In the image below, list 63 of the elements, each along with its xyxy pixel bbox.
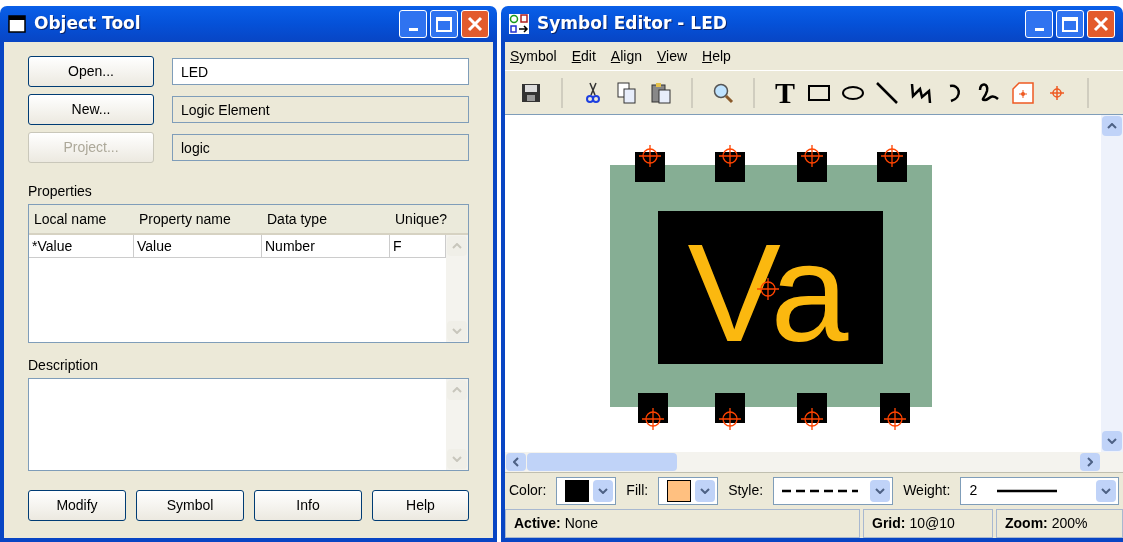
status-label: Active: bbox=[514, 514, 561, 533]
paste-icon[interactable] bbox=[649, 80, 673, 105]
window-title: Object Tool bbox=[34, 12, 141, 36]
close-icon bbox=[467, 16, 483, 32]
minimize-button[interactable] bbox=[1025, 10, 1053, 38]
text-field[interactable]: LED bbox=[172, 58, 469, 85]
maximize-button[interactable] bbox=[430, 10, 458, 38]
horizontal-scrollbar[interactable] bbox=[505, 452, 1123, 472]
close-icon bbox=[1093, 16, 1109, 32]
maximize-button[interactable] bbox=[1056, 10, 1084, 38]
status-value: 10@10 bbox=[909, 514, 955, 533]
pin-tool-icon[interactable] bbox=[1011, 80, 1035, 105]
close-button[interactable] bbox=[1087, 10, 1115, 38]
menu-item[interactable]: View bbox=[657, 45, 688, 67]
column-header[interactable]: Data type bbox=[262, 205, 390, 233]
window-icon bbox=[509, 14, 529, 34]
line-style-dropdown[interactable] bbox=[773, 476, 894, 505]
close-button[interactable] bbox=[461, 10, 489, 38]
field-label: Color: bbox=[509, 481, 547, 500]
dashed-line-icon bbox=[782, 488, 859, 493]
drawing-canvas[interactable]: Va bbox=[505, 115, 1101, 452]
dialog-button[interactable]: Open... bbox=[28, 56, 154, 87]
color-picker[interactable] bbox=[658, 476, 719, 505]
field-label: Fill: bbox=[626, 481, 649, 500]
dialog-button[interactable]: Help bbox=[372, 490, 469, 521]
field-label: Weight: bbox=[903, 481, 951, 500]
chevron-down-icon[interactable] bbox=[700, 487, 711, 494]
status-value: None bbox=[564, 514, 599, 533]
weight-dropdown[interactable]: 2 bbox=[960, 476, 1119, 505]
menu-item[interactable]: Symbol bbox=[510, 45, 557, 67]
chevron-down-icon[interactable] bbox=[875, 487, 886, 494]
dialog-button[interactable]: Symbol bbox=[136, 490, 244, 521]
description-field[interactable] bbox=[28, 378, 469, 471]
solid-line-icon bbox=[997, 488, 1058, 493]
text-tool[interactable]: T bbox=[773, 79, 797, 106]
minimize-button[interactable] bbox=[399, 10, 427, 38]
table-cell: *Value bbox=[29, 235, 134, 257]
status-label: Grid: bbox=[872, 514, 906, 533]
table-cell: Value bbox=[134, 235, 262, 257]
line-icon[interactable] bbox=[875, 80, 899, 105]
field-label: Style: bbox=[728, 481, 764, 500]
status-value: 200% bbox=[1051, 514, 1088, 533]
menu-item[interactable]: Edit bbox=[571, 45, 596, 67]
color-picker[interactable] bbox=[556, 476, 617, 505]
menu-item[interactable]: Help bbox=[702, 45, 731, 67]
section-label: Description bbox=[28, 356, 99, 375]
column-header[interactable]: Local name bbox=[29, 205, 134, 233]
table-cell: Number bbox=[262, 235, 390, 257]
status-label: Zoom: bbox=[1005, 514, 1048, 533]
window-title: Symbol Editor - LED bbox=[537, 12, 727, 36]
menu-item[interactable]: Align bbox=[610, 45, 642, 67]
section-label: Properties bbox=[28, 182, 92, 201]
dialog-button[interactable]: Modify bbox=[28, 490, 126, 521]
copy-icon[interactable] bbox=[615, 80, 639, 105]
chevron-down-icon[interactable] bbox=[598, 487, 609, 494]
scrollbar[interactable] bbox=[1101, 115, 1123, 452]
dialog-button[interactable]: New... bbox=[28, 94, 154, 125]
text-field[interactable]: Logic Element bbox=[172, 96, 469, 123]
dialog-button[interactable]: Info bbox=[254, 490, 362, 521]
chevron-down-icon[interactable] bbox=[1101, 487, 1111, 494]
window-icon bbox=[8, 15, 26, 33]
column-header[interactable]: Unique? bbox=[390, 205, 468, 233]
column-header[interactable]: Property name bbox=[134, 205, 262, 233]
